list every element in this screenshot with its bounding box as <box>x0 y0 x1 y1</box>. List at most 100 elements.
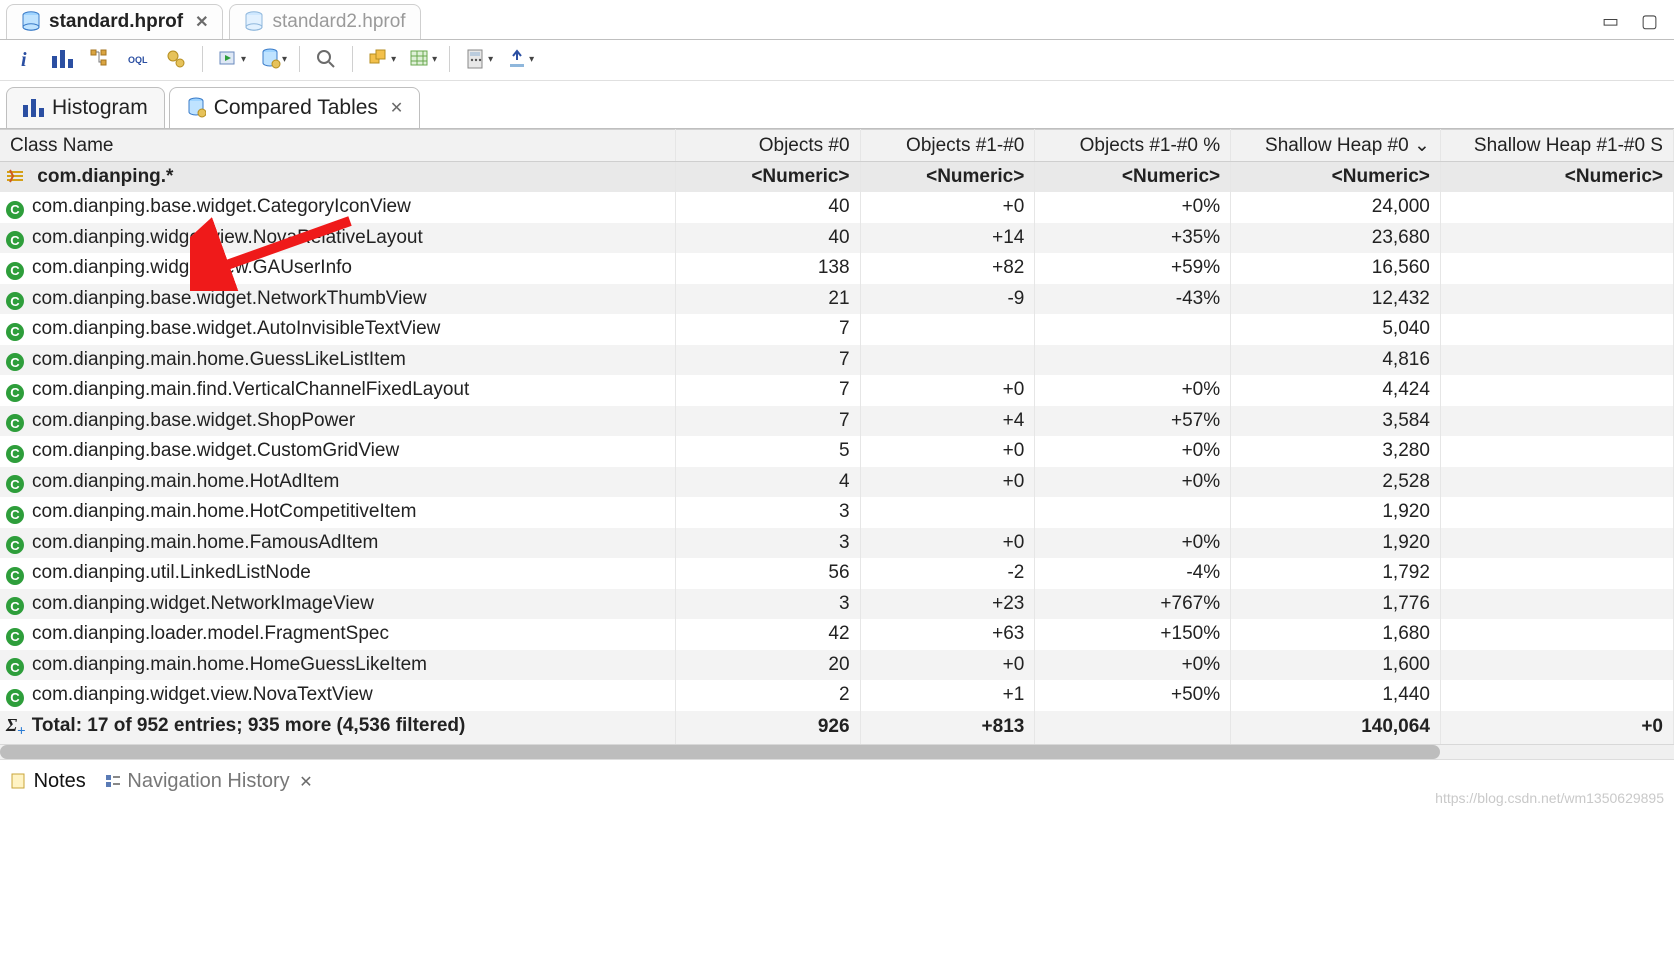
col-shallow-heap-0[interactable]: Shallow Heap #0 ⌄ <box>1231 130 1441 162</box>
col-objects-0[interactable]: Objects #0 <box>676 130 860 162</box>
cell-shallow-heap-0: 1,600 <box>1231 650 1441 681</box>
table-row[interactable]: Ccom.dianping.base.widget.CategoryIconVi… <box>0 192 1674 223</box>
table-row[interactable]: Ccom.dianping.widget.view.GAUserInfo138+… <box>0 253 1674 284</box>
filter-input[interactable]: com.dianping.* <box>37 166 173 187</box>
file-tab-label: standard.hprof <box>49 11 183 33</box>
horizontal-scrollbar[interactable] <box>0 744 1674 759</box>
run-dropdown[interactable]: ▾ <box>215 46 246 72</box>
cell-objects-diff-pct: -4% <box>1035 558 1231 589</box>
maximize-icon[interactable]: ▢ <box>1641 11 1658 32</box>
table-row[interactable]: Ccom.dianping.base.widget.AutoInvisibleT… <box>0 314 1674 345</box>
class-name-cell: com.dianping.widget.NetworkImageView <box>32 593 374 614</box>
cell-objects-0: 3 <box>676 528 860 559</box>
table-row[interactable]: Ccom.dianping.base.widget.ShopPower7+4+5… <box>0 406 1674 437</box>
col-class-name[interactable]: Class Name <box>0 130 676 162</box>
class-icon: C <box>6 353 24 371</box>
cell-objects-diff: +1 <box>860 680 1035 711</box>
table-row[interactable]: Ccom.dianping.base.widget.CustomGridView… <box>0 436 1674 467</box>
cell-shallow-heap-0: 1,792 <box>1231 558 1441 589</box>
calc-dropdown[interactable]: ▾ <box>462 46 493 72</box>
cell-objects-diff-pct <box>1035 497 1231 528</box>
table-row[interactable]: Ccom.dianping.main.home.FamousAdItem3+0+… <box>0 528 1674 559</box>
col-objects-diff-pct[interactable]: Objects #1-#0 % <box>1035 130 1231 162</box>
total-label: Total: 17 of 952 entries; 935 more (4,53… <box>32 715 466 736</box>
cell-objects-0: 3 <box>676 589 860 620</box>
close-icon[interactable]: ✕ <box>390 98 403 118</box>
table-row[interactable]: Ccom.dianping.main.find.VerticalChannelF… <box>0 375 1674 406</box>
cell-objects-0: 4 <box>676 467 860 498</box>
inner-tab-bar: Histogram Compared Tables ✕ <box>0 81 1674 129</box>
tab-histogram[interactable]: Histogram <box>6 87 165 128</box>
cell-objects-0: 5 <box>676 436 860 467</box>
cell-shallow-heap-diff <box>1440 467 1673 498</box>
filter-numeric[interactable]: <Numeric> <box>676 162 860 193</box>
class-icon: C <box>6 597 24 615</box>
search-button[interactable] <box>312 46 340 72</box>
gears-button[interactable] <box>162 46 190 72</box>
window-controls: ▭ ▢ <box>1602 11 1668 32</box>
minimize-icon[interactable]: ▭ <box>1602 11 1619 32</box>
table-row[interactable]: Ccom.dianping.main.home.GuessLikeListIte… <box>0 345 1674 376</box>
cell-shallow-heap-0: 5,040 <box>1231 314 1441 345</box>
filter-numeric[interactable]: <Numeric> <box>1231 162 1441 193</box>
cell-objects-diff: +63 <box>860 619 1035 650</box>
table-header-row: Class Name Objects #0 Objects #1-#0 Obje… <box>0 130 1674 162</box>
cell-objects-diff-pct: +0% <box>1035 528 1231 559</box>
class-name-cell: com.dianping.base.widget.ShopPower <box>32 410 355 431</box>
compared-table: Class Name Objects #0 Objects #1-#0 Obje… <box>0 129 1674 744</box>
export-dropdown[interactable]: ▾ <box>503 46 534 72</box>
table-dropdown[interactable]: ▾ <box>406 46 437 72</box>
tab-compared-tables[interactable]: Compared Tables ✕ <box>169 87 421 128</box>
oql-button[interactable]: OQL <box>124 46 152 72</box>
close-icon[interactable]: ✕ <box>299 774 312 791</box>
cell-objects-0: 7 <box>676 375 860 406</box>
cell-objects-diff-pct: +50% <box>1035 680 1231 711</box>
cell-objects-diff <box>860 345 1035 376</box>
filter-numeric[interactable]: <Numeric> <box>1035 162 1231 193</box>
filter-numeric[interactable]: <Numeric> <box>1440 162 1673 193</box>
filter-row: com.dianping.* <Numeric> <Numeric> <Nume… <box>0 162 1674 193</box>
table-row[interactable]: Ccom.dianping.main.home.HomeGuessLikeIte… <box>0 650 1674 681</box>
cell-objects-0: 7 <box>676 406 860 437</box>
col-shallow-heap-diff[interactable]: Shallow Heap #1-#0 S <box>1440 130 1673 162</box>
close-icon[interactable]: ✕ <box>195 12 208 32</box>
cell-objects-0: 40 <box>676 192 860 223</box>
cell-shallow-heap-0: 23,680 <box>1231 223 1441 254</box>
database-icon <box>21 11 41 33</box>
cell-objects-diff: +82 <box>860 253 1035 284</box>
table-row[interactable]: Ccom.dianping.loader.model.FragmentSpec4… <box>0 619 1674 650</box>
class-name-cell: com.dianping.base.widget.CustomGridView <box>32 440 399 461</box>
notes-tab[interactable]: Notes <box>10 770 86 793</box>
table-row[interactable]: Ccom.dianping.main.home.HotCompetitiveIt… <box>0 497 1674 528</box>
cell-shallow-heap-0: 4,424 <box>1231 375 1441 406</box>
table-row[interactable]: Ccom.dianping.widget.view.NovaRelativeLa… <box>0 223 1674 254</box>
table-row[interactable]: Ccom.dianping.main.home.HotAdItem4+0+0%2… <box>0 467 1674 498</box>
table-row[interactable]: Ccom.dianping.widget.view.NovaTextView2+… <box>0 680 1674 711</box>
table-row[interactable]: Ccom.dianping.util.LinkedListNode56-2-4%… <box>0 558 1674 589</box>
class-icon: C <box>6 414 24 432</box>
boxes-dropdown[interactable]: ▾ <box>365 46 396 72</box>
class-name-cell: com.dianping.base.widget.CategoryIconVie… <box>32 196 411 217</box>
col-objects-diff[interactable]: Objects #1-#0 <box>860 130 1035 162</box>
cell-shallow-heap-diff <box>1440 406 1673 437</box>
class-icon: C <box>6 292 24 310</box>
cell-objects-diff: +0 <box>860 528 1035 559</box>
class-icon: C <box>6 536 24 554</box>
filter-numeric[interactable]: <Numeric> <box>860 162 1035 193</box>
histogram-button[interactable] <box>48 46 76 72</box>
tree-button[interactable] <box>86 46 114 72</box>
class-icon: C <box>6 384 24 402</box>
file-tab-standard2[interactable]: standard2.hprof <box>229 4 420 39</box>
cell-shallow-heap-0: 12,432 <box>1231 284 1441 315</box>
table-row[interactable]: Ccom.dianping.base.widget.NetworkThumbVi… <box>0 284 1674 315</box>
table-row[interactable]: Ccom.dianping.widget.NetworkImageView3+2… <box>0 589 1674 620</box>
navigation-history-tab[interactable]: Navigation History ✕ <box>104 770 313 793</box>
class-icon: C <box>6 628 24 646</box>
file-tab-standard[interactable]: standard.hprof ✕ <box>6 4 223 39</box>
info-button[interactable]: i <box>10 46 38 72</box>
cell-objects-diff-pct: +0% <box>1035 192 1231 223</box>
cell-shallow-heap-diff <box>1440 497 1673 528</box>
cell-objects-diff-pct <box>1035 314 1231 345</box>
cell-shallow-heap-diff <box>1440 436 1673 467</box>
db-dropdown[interactable]: ▾ <box>256 46 287 72</box>
